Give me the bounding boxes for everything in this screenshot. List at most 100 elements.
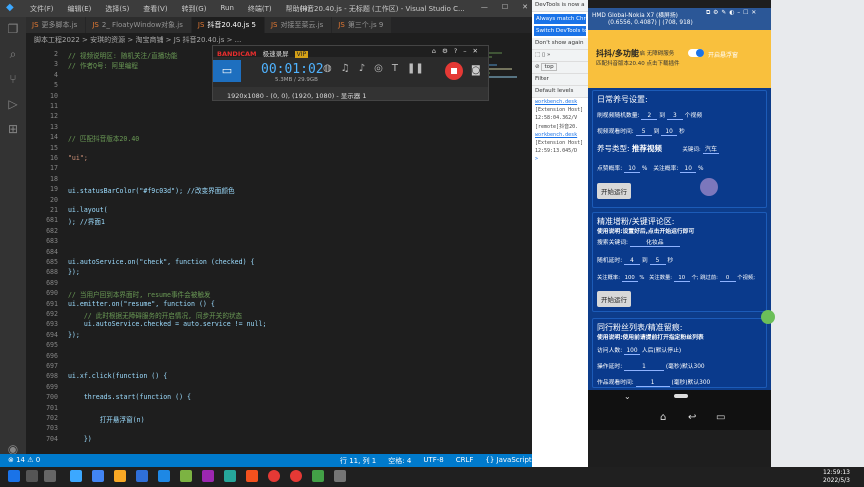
- start-daily-button[interactable]: 开始运行: [597, 183, 631, 199]
- type-select[interactable]: 推荐视频: [632, 144, 662, 153]
- start-icon[interactable]: [8, 470, 20, 482]
- code-line[interactable]: ); //界面1: [60, 216, 105, 226]
- code-line[interactable]: // 视频说明区: 随机关注/直播功能: [60, 50, 178, 60]
- follow-count-input[interactable]: 10: [673, 275, 690, 282]
- video-count-max[interactable]: 3: [666, 113, 683, 120]
- minimap[interactable]: [472, 50, 528, 450]
- menu-edit[interactable]: 编辑(E): [68, 4, 92, 14]
- vip-badge[interactable]: VIP: [294, 51, 309, 58]
- video-count-min[interactable]: 2: [641, 113, 658, 120]
- device-icon[interactable]: ▯: [542, 52, 545, 58]
- source-control-icon[interactable]: ⑂: [0, 67, 26, 92]
- menu-run[interactable]: Run: [220, 4, 233, 14]
- search-icon[interactable]: ⌕: [0, 42, 26, 67]
- watch-time-min[interactable]: 5: [635, 129, 652, 136]
- code-line[interactable]: ui.statusBarColor("#f9c03d"); //改变界面颜色: [60, 185, 235, 195]
- recent-apps-icon[interactable]: ▭: [716, 412, 725, 423]
- code-line[interactable]: // 匹配抖音版本20.40: [60, 133, 139, 143]
- chrome-taskbar-icon[interactable]: [92, 470, 104, 482]
- console-prompt[interactable]: >: [532, 155, 588, 163]
- home-icon[interactable]: ⌂: [660, 412, 666, 423]
- accessibility-toggle[interactable]: [688, 49, 704, 57]
- menu-view[interactable]: 查看(V): [143, 4, 167, 14]
- header-note[interactable]: 匹配抖音版本20.40 点击下载插件: [596, 59, 680, 67]
- app2-taskbar-icon[interactable]: [180, 470, 192, 482]
- start-fans-button[interactable]: 开始运行: [597, 291, 631, 307]
- run-debug-icon[interactable]: ▷: [0, 92, 26, 117]
- minimize-icon[interactable]: —: [481, 3, 488, 11]
- work-time-input[interactable]: 1: [635, 380, 670, 387]
- delay-min-input[interactable]: 4: [624, 258, 640, 265]
- webcam-icon[interactable]: ◍: [323, 63, 332, 74]
- indentation[interactable]: 空格: 4: [388, 456, 411, 466]
- code-line[interactable]: // 此时根据无障碍服务的开启情况, 同步开关的状态: [60, 310, 242, 320]
- app6-taskbar-icon[interactable]: [334, 470, 346, 482]
- skip-count-input[interactable]: 0: [719, 275, 736, 282]
- code-line[interactable]: });: [60, 268, 80, 276]
- back-icon[interactable]: ↩: [688, 412, 696, 423]
- tab-cloud[interactable]: JS 对接至菜云.js: [264, 17, 333, 33]
- code-line[interactable]: ui.emitter.on("resume", function () {: [60, 300, 215, 308]
- visit-count-input[interactable]: 100: [624, 348, 640, 355]
- delay-max-input[interactable]: 5: [649, 258, 666, 265]
- text-icon[interactable]: T: [392, 63, 398, 74]
- code-line[interactable]: ui.autoService.on("check", function (che…: [60, 258, 255, 266]
- maximize-icon[interactable]: ☐: [502, 3, 508, 11]
- code-editor[interactable]: 2 // 视频说明区: 随机关注/直播功能 3 // 作者Q号: 阿里编程 4 5 10…: [26, 46, 532, 454]
- menu-selection[interactable]: 选择(S): [105, 4, 129, 14]
- code-line[interactable]: threads.start(function () {: [60, 393, 191, 401]
- app-taskbar-icon[interactable]: [136, 470, 148, 482]
- search-keyword-input[interactable]: 化妆品: [629, 237, 680, 247]
- menu-go[interactable]: 转到(G): [182, 4, 207, 14]
- line-ending[interactable]: CRLF: [456, 456, 474, 466]
- log-line[interactable]: workbench.desk: [532, 131, 588, 139]
- clear-console-icon[interactable]: ⊘: [535, 64, 540, 70]
- code-line[interactable]: 打开悬浮窗(n): [60, 414, 145, 424]
- pause-icon[interactable]: ❚❚: [407, 63, 424, 74]
- op-delay-input[interactable]: 1: [624, 364, 664, 371]
- filter-input[interactable]: Filter: [532, 74, 588, 86]
- follow-rate-input[interactable]: 10: [680, 166, 697, 173]
- close-icon[interactable]: ✕: [522, 3, 528, 11]
- code-line[interactable]: ui.layout(: [60, 206, 108, 214]
- code-line[interactable]: "ui";: [60, 154, 88, 162]
- home-pill-icon[interactable]: [674, 394, 688, 398]
- like-rate-input[interactable]: 10: [624, 166, 640, 173]
- app3-taskbar-icon[interactable]: [202, 470, 214, 482]
- record-taskbar-icon[interactable]: [290, 470, 302, 482]
- bandicam-taskbar-icon[interactable]: [268, 470, 280, 482]
- language-mode[interactable]: {} JavaScript: [485, 456, 531, 466]
- speaker-icon[interactable]: ♫: [341, 63, 350, 74]
- inspect-icon[interactable]: ⬚: [535, 52, 540, 58]
- tab-more-scripts[interactable]: JS 更多脚本.js: [26, 17, 87, 33]
- explorer-icon[interactable]: ❐: [0, 17, 26, 42]
- more-tabs-icon[interactable]: »: [547, 52, 550, 58]
- task-view-icon[interactable]: [44, 470, 56, 482]
- floaty-label[interactable]: 开启悬浮窗: [708, 50, 738, 59]
- tab-floaty-window[interactable]: JS 2_ FloatyWindow对象.js: [86, 17, 192, 33]
- code-line[interactable]: ui.autoService.checked = auto.service !=…: [60, 320, 267, 328]
- code-line[interactable]: }): [60, 435, 92, 443]
- match-chrome-button[interactable]: Always match Chrome: [534, 14, 588, 24]
- wechat-taskbar-icon[interactable]: [312, 470, 324, 482]
- context-select[interactable]: top: [541, 63, 557, 71]
- screen-mode-icon[interactable]: ▭: [213, 60, 241, 82]
- stop-record-button[interactable]: [445, 62, 463, 80]
- dont-show-again[interactable]: Don't show again: [532, 38, 588, 50]
- menu-terminal[interactable]: 终端(T): [248, 4, 272, 14]
- levels-select[interactable]: Default levels: [532, 86, 588, 98]
- watch-time-max[interactable]: 10: [661, 129, 678, 136]
- menu-file[interactable]: 文件(F): [30, 4, 54, 14]
- keyword-input[interactable]: 汽车: [703, 144, 720, 154]
- code-line[interactable]: // 当用户回到本界面时, resume事件会被触发: [60, 289, 211, 299]
- screenshot-icon[interactable]: ◙: [471, 65, 481, 76]
- problems-count[interactable]: ⊗ 14 ⚠ 0: [8, 456, 40, 464]
- microphone-icon[interactable]: ♪: [359, 63, 365, 74]
- folder-taskbar-icon[interactable]: [114, 470, 126, 482]
- bandicam-window-controls[interactable]: ⌂⚙?–✕: [432, 47, 484, 55]
- log-line[interactable]: workbench.desk: [532, 98, 588, 106]
- vscode-taskbar-icon[interactable]: [70, 470, 82, 482]
- tab-douyin[interactable]: JS 抖音20.40.js 5: [191, 17, 265, 33]
- search-taskbar-icon[interactable]: [26, 470, 38, 482]
- tab-third[interactable]: JS 第三个.js 9: [332, 17, 393, 33]
